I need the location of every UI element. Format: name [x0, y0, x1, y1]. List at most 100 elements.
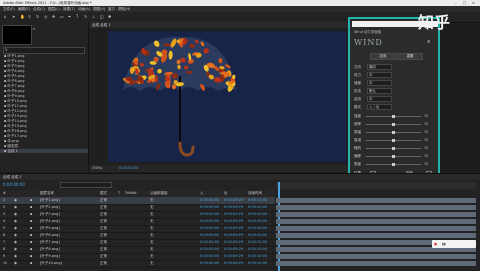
text-tool-icon[interactable]: T [76, 14, 78, 19]
layer-parent[interactable]: 无 [150, 261, 154, 265]
project-item[interactable]: ▪ 叶子5.png [4, 74, 25, 78]
layer-parent[interactable]: 无 [150, 247, 154, 251]
visibility-eye-icon[interactable]: ◉ [14, 240, 17, 244]
layer-duration-bar[interactable] [276, 254, 476, 259]
project-item[interactable]: ▪ 叶子15.png [4, 124, 27, 128]
layer-parent[interactable]: 无 [150, 212, 154, 216]
slider-value[interactable]: 10 [424, 162, 428, 166]
direction-select[interactable]: 横向 [367, 64, 392, 70]
menu-edit[interactable]: 编辑(E) [18, 7, 30, 11]
timeline-layer-row[interactable]: ◉ ▪ 10 [叶子10.png] 正常 无 0:00:00:00 0:00:09:29 0:0… [0, 260, 275, 268]
slider-value[interactable]: 10 [424, 122, 428, 126]
selection-tool-icon[interactable]: ➤ [12, 14, 15, 19]
reset-button[interactable]: 重置 [397, 53, 423, 60]
project-item[interactable]: ▪ 叶子8.png [4, 89, 25, 93]
layer-duration-bar[interactable] [276, 261, 476, 266]
menu-layer[interactable]: 图层(L) [48, 7, 60, 11]
slider-value[interactable]: 10 [424, 114, 428, 118]
slider-thumb[interactable] [392, 139, 395, 142]
project-item[interactable]: ▪ 叶子14.png [4, 119, 27, 123]
layer-duration-bar[interactable] [276, 198, 476, 203]
layer-name[interactable]: [叶子4.png] [40, 219, 60, 223]
project-item[interactable]: ▪ 叶子11.png [4, 104, 27, 108]
zoom-level[interactable]: (50%) [92, 166, 103, 170]
menu-window[interactable]: 窗口 [108, 7, 115, 11]
layer-parent[interactable]: 无 [150, 226, 154, 230]
layer-name[interactable]: [叶子5.png] [40, 226, 60, 230]
layer-mode[interactable]: 正常 [100, 205, 107, 209]
settings-icon[interactable]: ⚙ [427, 39, 431, 44]
slider-value[interactable]: 10 [424, 138, 428, 142]
layer-parent[interactable]: 无 [150, 198, 154, 202]
layer-duration-bar[interactable] [276, 226, 476, 231]
menu-file[interactable]: 文件(F) [3, 7, 15, 11]
stamp-tool-icon[interactable]: ⊥ [92, 14, 95, 19]
camera-tool-icon[interactable]: ◎ [44, 14, 48, 19]
menu-help[interactable]: 帮助(H) [118, 7, 130, 11]
project-item[interactable]: ▪ 叶子6.png [4, 79, 25, 83]
time-ruler[interactable] [276, 182, 476, 189]
layer-duration-bar[interactable] [276, 212, 476, 217]
slider-track[interactable] [366, 147, 421, 150]
visibility-eye-icon[interactable]: ◉ [14, 247, 17, 251]
turbulence-select[interactable]: 中 [367, 96, 392, 102]
layer-duration-bar[interactable] [276, 219, 476, 224]
project-item[interactable]: ▪ 叶子12.png [4, 109, 27, 113]
slider-track[interactable] [366, 163, 421, 166]
layer-mode[interactable]: 正常 [100, 212, 107, 216]
layer-name[interactable]: [叶子10.png] [40, 261, 62, 265]
slider-thumb[interactable] [392, 147, 395, 150]
project-search-input[interactable]: ⚲ [3, 47, 85, 54]
layer-duration-bar[interactable] [276, 233, 476, 238]
layer-mode[interactable]: 正常 [100, 254, 107, 258]
layer-mode[interactable]: 正常 [100, 240, 107, 244]
minimize-icon[interactable]: – [455, 1, 457, 5]
project-item[interactable]: ▪ 叶子3.png [4, 64, 25, 68]
mode-select[interactable]: 入 / 出 [367, 104, 392, 110]
brush-tool-icon[interactable]: ✎ [84, 14, 87, 19]
slider-value[interactable]: 10 [424, 146, 428, 150]
project-item[interactable]: ▪ 叶子17.png [4, 134, 27, 138]
visibility-eye-icon[interactable]: ◉ [14, 198, 17, 202]
eraser-tool-icon[interactable]: ◫ [100, 14, 104, 19]
pan-tool-icon[interactable]: ✥ [52, 14, 55, 19]
layer-mode[interactable]: 正常 [100, 233, 107, 237]
slider-thumb[interactable] [392, 131, 395, 134]
slider-track[interactable] [366, 155, 421, 158]
slider-value[interactable]: 10 [424, 154, 428, 158]
speed-select[interactable]: 中 [367, 80, 392, 86]
mask-tool-icon[interactable]: ▭ [60, 14, 64, 19]
project-item[interactable]: ▪ 叶子9.png [4, 94, 25, 98]
slider-track[interactable] [366, 139, 421, 142]
layer-mode[interactable]: 正常 [100, 226, 107, 230]
slider-track[interactable] [366, 115, 421, 118]
hand-tool-icon[interactable]: ✋ [20, 14, 25, 19]
project-item[interactable]: ▪ 叶子1.png [4, 54, 25, 58]
project-item[interactable]: ▪ 叶子2.png [4, 59, 25, 63]
project-item[interactable]: ▪ 叶子10.png [4, 99, 27, 103]
layer-name[interactable]: [叶子9.png] [40, 254, 60, 258]
menu-composition[interactable]: 合成(C) [33, 7, 45, 11]
tab-composition[interactable]: 合成 合成 1 [92, 23, 110, 27]
slider-thumb[interactable] [392, 163, 395, 166]
layer-parent[interactable]: 无 [150, 240, 154, 244]
slider-thumb[interactable] [392, 155, 395, 158]
layer-parent[interactable]: 无 [150, 254, 154, 258]
project-item[interactable]: ▪ 叶子13.png [4, 114, 27, 118]
project-item-selected[interactable]: ▪ 合成 1 [0, 149, 88, 153]
slider-thumb[interactable] [392, 115, 395, 118]
rotate-tool-icon[interactable]: ↻ [36, 14, 39, 19]
layer-mode[interactable]: 正常 [100, 247, 107, 251]
maximize-icon[interactable]: □ [463, 1, 466, 5]
layer-name[interactable]: [叶子2.png] [40, 205, 60, 209]
layer-mode[interactable]: 正常 [100, 261, 107, 265]
visibility-eye-icon[interactable]: ◉ [14, 254, 17, 258]
visibility-eye-icon[interactable]: ◉ [14, 219, 17, 223]
timeline-search-input[interactable] [60, 182, 112, 188]
tab-timeline[interactable]: 合成 合成 1 [3, 175, 21, 179]
composition-viewer[interactable] [108, 31, 346, 162]
layer-name[interactable]: [叶子8.png] [40, 247, 60, 251]
layer-name[interactable]: [叶子1.png] [40, 198, 60, 202]
strength-select[interactable]: 中 [367, 72, 392, 78]
project-item[interactable]: ▪ 伞.png [4, 139, 19, 143]
